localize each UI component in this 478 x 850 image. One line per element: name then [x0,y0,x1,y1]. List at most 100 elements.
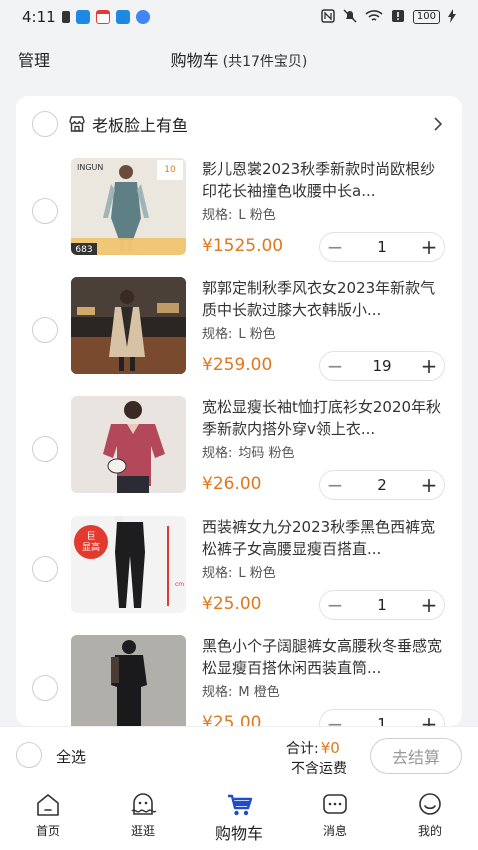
wifi-icon [365,9,383,26]
decrease-button[interactable]: − [324,593,346,617]
message-icon [323,794,347,814]
product-image[interactable] [71,396,186,493]
nfc-icon [321,8,335,26]
decrease-button[interactable]: − [324,712,346,726]
profile-icon [419,793,441,815]
shop-name[interactable]: 老板脸上有鱼 [92,112,188,136]
cart-card: 老板脸上有鱼 10 INGUN 683 影儿恩裳2023秋季新款时尚欧根纱印花长… [16,96,462,726]
home-icon [37,794,59,816]
item-spec[interactable]: 规格: L 粉色 [202,204,276,223]
quantity-value[interactable]: 1 [377,238,387,256]
quantity-value[interactable]: 2 [377,476,387,494]
cart-item[interactable]: 黑色小个子阔腿裤女高腰秋冬垂感宽松显瘦百搭休闲西装直筒... 规格: M 橙色 ¥… [16,635,462,726]
quantity-value[interactable]: 19 [372,357,391,375]
cart-icon [228,794,253,816]
thumb-badge-text: 显高 [82,541,100,553]
spec-value: 均码 粉色 [238,446,295,461]
item-count: (共17件宝贝) [222,54,308,70]
item-price: ¥1525.00 [202,236,284,256]
charging-icon [448,8,456,26]
cart-item[interactable]: 郭郭定制秋季风衣女2023年新款气质中长款过膝大衣韩版小... 规格: L 粉色 … [16,277,462,387]
item-select-checkbox[interactable] [32,436,58,462]
tab-home[interactable]: 首页 [8,792,88,839]
product-image[interactable] [71,277,186,374]
increase-button[interactable]: + [418,473,440,497]
quantity-stepper: − 1 + [319,709,445,726]
spec-label: 规格: [202,446,233,461]
quantity-stepper: − 1 + [319,590,445,620]
item-price: ¥25.00 [202,594,262,614]
spec-value: M 橙色 [238,685,280,700]
increase-button[interactable]: + [418,712,440,726]
header: 管理 购物车 (共17件宝贝) [0,34,478,84]
thumb-price-text: 683 [75,245,92,255]
item-title[interactable]: 影儿恩裳2023秋季新款时尚欧根纱印花长袖撞色收腰中长a... [202,158,446,202]
item-spec[interactable]: 规格: 均码 粉色 [202,442,295,461]
increase-button[interactable]: + [418,354,440,378]
tab-browse[interactable]: 逛逛 [103,792,183,839]
browse-icon [131,793,157,815]
thumb-brand-text: INGUN [77,163,103,172]
page-title: 购物车 (共17件宝贝) [0,47,478,71]
tab-bar: 首页 逛逛 购物车 消息 我的 [0,784,478,850]
product-image[interactable]: 巨 显高 cm [71,516,186,613]
item-price: ¥25.00 [202,713,262,726]
product-image[interactable]: 10 INGUN 683 [71,158,186,255]
increase-button[interactable]: + [418,235,440,259]
item-select-checkbox[interactable] [32,675,58,701]
mute-icon [343,8,357,26]
tab-messages[interactable]: 消息 [295,792,375,839]
item-title[interactable]: 宽松显瘦长袖t恤打底衫女2020年秋季新款内搭外穿v领上衣... [202,396,446,440]
spec-label: 规格: [202,566,233,581]
item-title[interactable]: 西装裤女九分2023秋季黑色西裤宽松裤子女高腰显瘦百搭直... [202,516,446,560]
decrease-button[interactable]: − [324,354,346,378]
svg-text:cm: cm [175,581,184,588]
calendar-app-icon [95,10,110,24]
quantity-value[interactable]: 1 [377,596,387,614]
select-all-checkbox[interactable] [16,742,42,768]
product-image[interactable] [71,635,186,726]
decrease-button[interactable]: − [324,235,346,259]
total-value: ¥0 [320,739,340,757]
cart-item[interactable]: 10 INGUN 683 影儿恩裳2023秋季新款时尚欧根纱印花长袖撞色收腰中长… [16,158,462,268]
item-select-checkbox[interactable] [32,556,58,582]
item-spec[interactable]: 规格: L 粉色 [202,562,276,581]
status-time: 4:11 [22,8,56,26]
cart-item[interactable]: 巨 显高 cm 西装裤女九分2023秋季黑色西裤宽松裤子女高腰显瘦百搭直... … [16,516,462,626]
tab-label: 购物车 [214,824,263,843]
item-title[interactable]: 郭郭定制秋季风衣女2023年新款气质中长款过膝大衣韩版小... [202,277,446,321]
item-select-checkbox[interactable] [32,317,58,343]
total-price: 合计: ¥0 [286,738,340,758]
select-all-label[interactable]: 全选 [56,746,86,767]
notification-icon [61,11,70,23]
quantity-stepper: − 19 + [319,351,445,381]
tab-label: 首页 [35,824,60,838]
mail-app-icon [115,10,130,24]
spec-label: 规格: [202,685,233,700]
item-spec[interactable]: 规格: M 橙色 [202,681,280,700]
tab-profile[interactable]: 我的 [390,792,470,839]
spec-value: L 粉色 [238,208,276,223]
cart-item[interactable]: 宽松显瘦长袖t恤打底衫女2020年秋季新款内搭外穿v领上衣... 规格: 均码 粉… [16,396,462,506]
checkout-button[interactable]: 去结算 [370,738,462,774]
item-title[interactable]: 黑色小个子阔腿裤女高腰秋冬垂感宽松显瘦百搭休闲西装直筒... [202,635,446,679]
browser-app-icon [135,10,150,24]
quantity-value[interactable]: 1 [377,715,387,726]
alert-icon [391,9,405,26]
total-label: 合计: [286,741,319,757]
decrease-button[interactable]: − [324,473,346,497]
quantity-stepper: − 1 + [319,232,445,262]
quantity-stepper: − 2 + [319,470,445,500]
spec-label: 规格: [202,208,233,223]
spec-label: 规格: [202,327,233,342]
chevron-right-icon[interactable] [432,116,444,132]
shop-row[interactable]: 老板脸上有鱼 [16,108,462,140]
tab-cart[interactable]: 购物车 [199,792,279,844]
tab-label: 消息 [322,824,347,838]
item-select-checkbox[interactable] [32,198,58,224]
cloud-app-icon [75,10,90,24]
shop-select-checkbox[interactable] [32,111,58,137]
increase-button[interactable]: + [418,593,440,617]
spec-value: L 粉色 [238,566,276,581]
item-spec[interactable]: 规格: L 粉色 [202,323,276,342]
